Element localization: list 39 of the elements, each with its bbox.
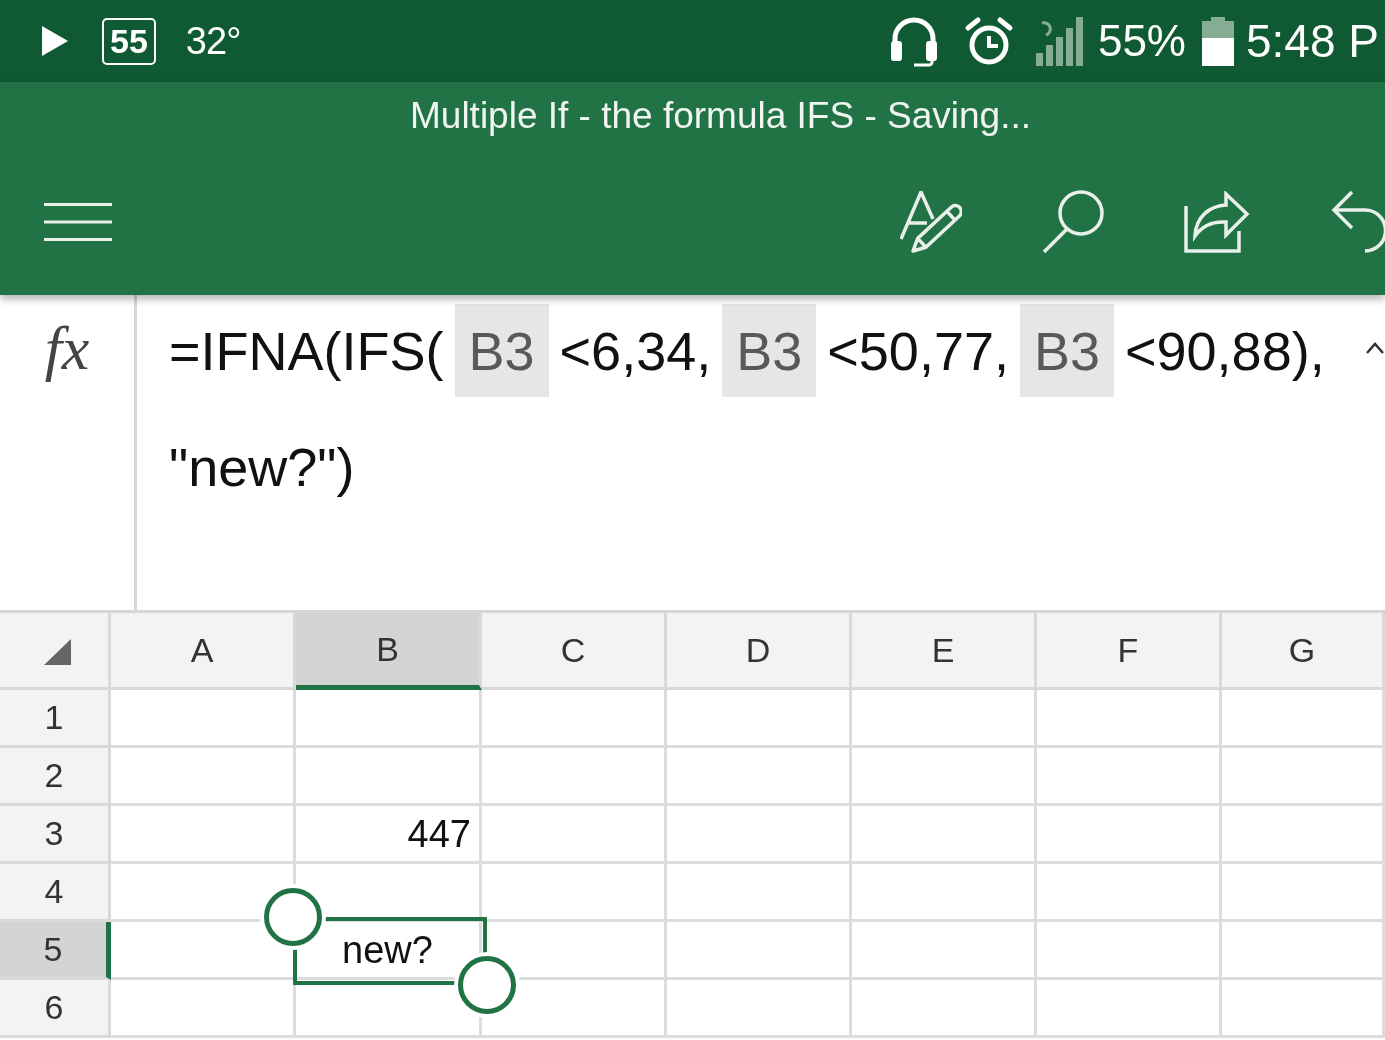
notification-badge: 55	[102, 17, 156, 65]
column-header[interactable]: E	[852, 613, 1037, 690]
search-icon[interactable]	[1042, 189, 1104, 254]
row-header[interactable]: 1	[0, 690, 111, 748]
headset-icon	[889, 15, 938, 67]
formula-field[interactable]: =IFNA(IFS( B3 <6,34, B3 <50,77, B3 <90,88), "new?")	[137, 295, 1365, 610]
row-header[interactable]: 5	[0, 922, 111, 980]
column-header[interactable]: F	[1037, 613, 1222, 690]
row-header[interactable]: 6	[0, 980, 111, 1038]
play-icon	[42, 26, 68, 56]
chevron-up-icon[interactable]	[1365, 341, 1385, 355]
formula-text: <6,34,	[559, 323, 712, 378]
temperature: 32°	[185, 22, 241, 60]
battery-percent: 55%	[1097, 19, 1186, 63]
selection-handle[interactable]	[264, 888, 322, 946]
letter-pencil-icon[interactable]	[900, 190, 962, 253]
column-header[interactable]: A	[111, 613, 296, 690]
column-header[interactable]: D	[667, 613, 852, 690]
table-cell: 447	[296, 806, 482, 864]
cell-reference: B3	[722, 304, 817, 397]
selection-handle[interactable]	[458, 956, 516, 1014]
battery-icon	[1202, 16, 1234, 66]
column-header[interactable]: B	[296, 613, 482, 690]
cell-reference: B3	[454, 304, 549, 397]
row-header[interactable]: 4	[0, 864, 111, 922]
row-header[interactable]: 2	[0, 748, 111, 806]
column-header[interactable]: C	[482, 613, 667, 690]
document-title: Multiple If - the formula IFS - Saving...	[410, 96, 1031, 134]
share-icon[interactable]	[1184, 190, 1250, 253]
cell-reference: B3	[1019, 304, 1114, 397]
triangle-icon[interactable]	[43, 639, 71, 665]
undo-icon[interactable]	[1330, 189, 1385, 254]
column-header[interactable]: G	[1222, 613, 1385, 690]
menu-icon[interactable]	[44, 202, 112, 241]
signal-icon	[1033, 15, 1084, 67]
clock-time: 5:48 P	[1246, 18, 1379, 64]
alarm-clock-icon	[963, 16, 1014, 66]
row-header[interactable]: 3	[0, 806, 111, 864]
formula-text: <50,77,	[827, 323, 1009, 378]
